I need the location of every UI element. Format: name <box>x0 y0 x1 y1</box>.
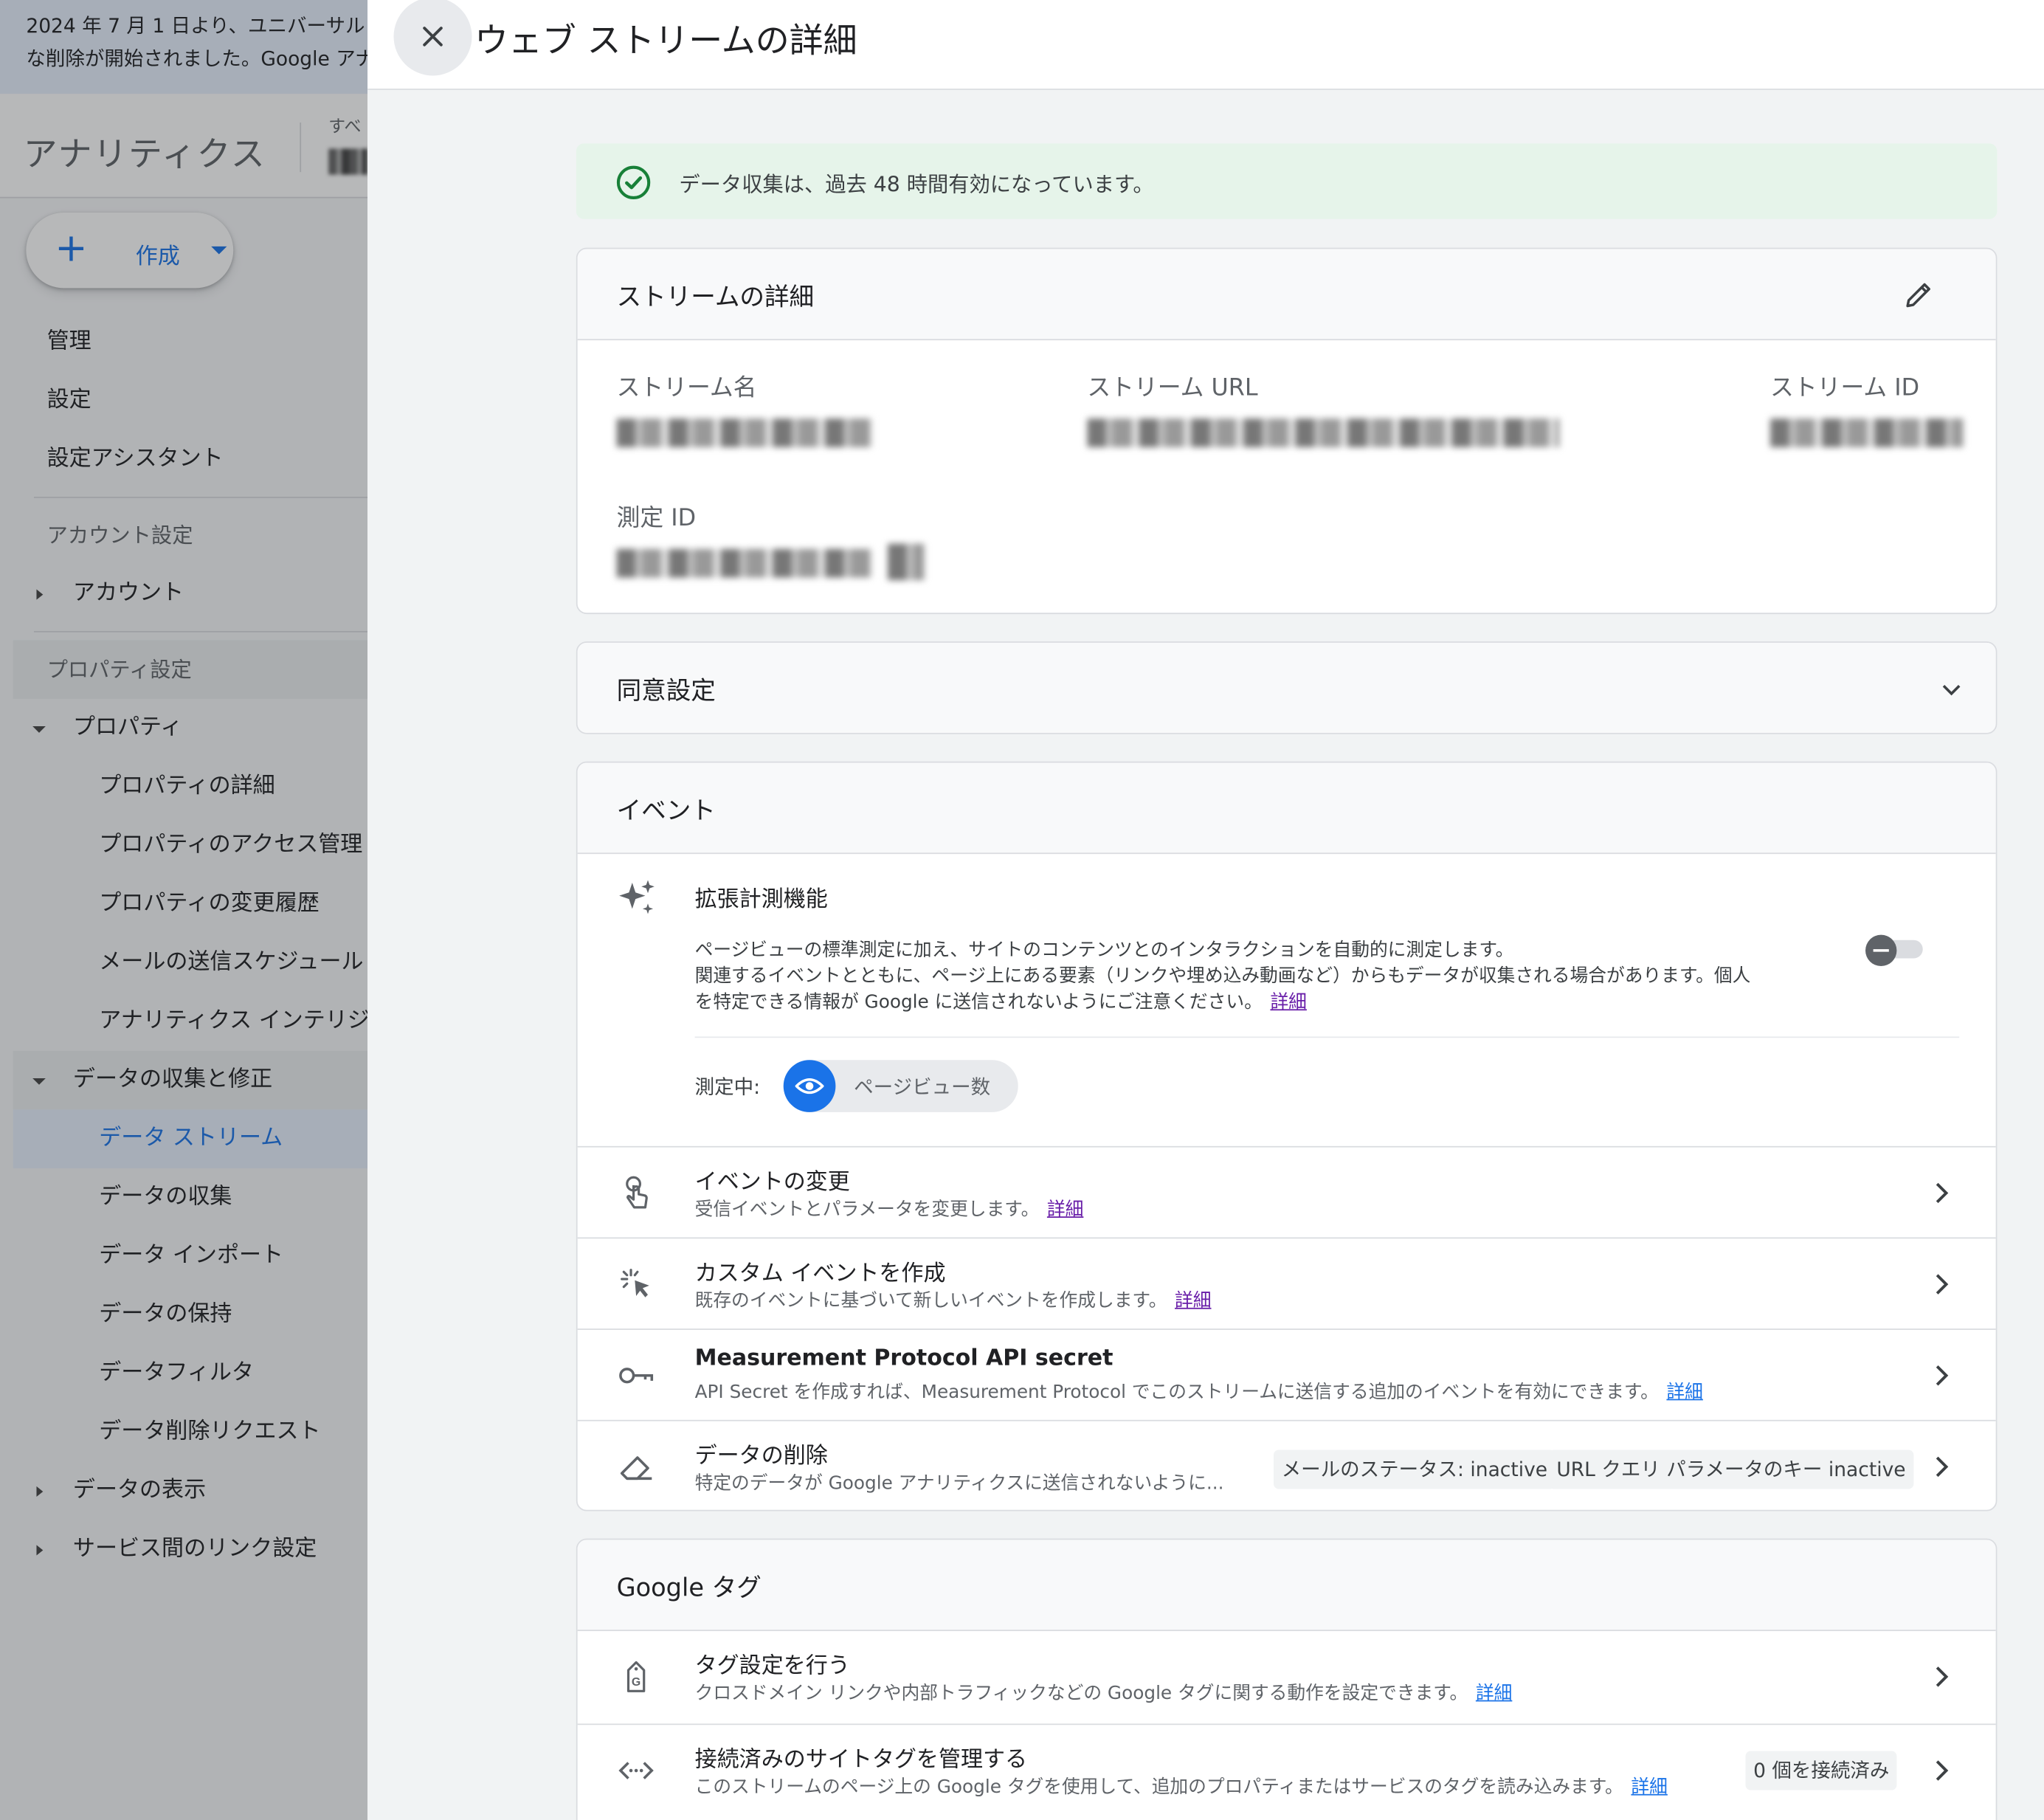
custom-event-learn-more-link[interactable]: 詳細 <box>1175 1291 1211 1311</box>
modify-events-description: 受信イベントとパラメータを変更します。 詳細 <box>695 1196 1084 1221</box>
connected-tags-learn-more-link[interactable]: 詳細 <box>1631 1777 1667 1798</box>
url-query-status-chip: URL クエリ パラメータのキー inactive <box>1548 1450 1914 1489</box>
google-tag-card: Google タグ G タグ設定を行う クロスドメイン リンクや内部トラフィック… <box>576 1538 1998 1820</box>
connected-count-chip: 0 個を接続済み <box>1745 1751 1897 1790</box>
modify-events-title: イベントの変更 <box>694 1169 850 1196</box>
modify-events-learn-more-link[interactable]: 詳細 <box>1047 1199 1083 1220</box>
cursor-click-icon <box>621 1269 649 1297</box>
key-icon <box>619 1368 654 1384</box>
events-title: イベント <box>616 796 716 826</box>
configure-tag-row[interactable]: G タグ設定を行う クロスドメイン リンクや内部トラフィックなどの Google… <box>578 1631 1996 1723</box>
google-tag-icon: G <box>626 1661 646 1692</box>
copy-icon[interactable] <box>888 543 925 581</box>
measurement-protocol-title: Measurement Protocol API secret <box>694 1345 1114 1372</box>
modal-scrim[interactable] <box>0 0 368 1820</box>
code-icon <box>618 1762 654 1779</box>
modify-events-desc-text: 受信イベントとパラメータを変更します。 <box>694 1199 1040 1221</box>
panel-header: ウェブ ストリームの詳細 <box>367 0 2044 90</box>
check-circle-icon <box>616 165 651 199</box>
events-header: イベント <box>577 762 1996 855</box>
connected-site-tags-title: 接続済みのサイトタグを管理する <box>694 1747 1028 1774</box>
eye-icon <box>783 1060 836 1112</box>
close-button[interactable] <box>393 0 472 76</box>
banner-text: データ収集は、過去 48 時間有効になっています。 <box>679 172 1154 197</box>
configure-tag-description: クロスドメイン リンクや内部トラフィックなどの Google タグに関する動作を… <box>695 1679 1513 1705</box>
stream-url-value-redacted <box>1087 418 1559 447</box>
pageviews-chip-label: ページビュー数 <box>854 1075 991 1100</box>
google-tag-title: Google タグ <box>616 1573 762 1603</box>
edit-pencil-icon[interactable] <box>1902 278 1936 311</box>
enhanced-desc-line-3-text: を特定できる情報が Google に送信されないようにご注意ください。 <box>694 992 1263 1013</box>
data-redaction-row[interactable]: データの削除 特定のデータが Google アナリティクスに送信されないように.… <box>577 1419 1996 1510</box>
pageviews-chip[interactable]: ページビュー数 <box>783 1060 1018 1112</box>
create-custom-event-title: カスタム イベントを作成 <box>694 1261 946 1287</box>
configure-tag-title: タグ設定を行う <box>694 1653 850 1680</box>
stream-details-card: ストリームの詳細 ストリーム名 ストリーム URL ストリーム ID 測定 ID <box>576 247 1998 615</box>
chevron-right-icon <box>1936 1182 1949 1204</box>
enhanced-measurement-title: 拡張計測機能 <box>694 886 828 913</box>
configure-tag-learn-more-link[interactable]: 詳細 <box>1476 1683 1512 1704</box>
measurement-protocol-row[interactable]: Measurement Protocol API secret API Secr… <box>577 1328 1996 1420</box>
data-redaction-title: データの削除 <box>694 1443 828 1469</box>
create-custom-event-row[interactable]: カスタム イベントを作成 既存のイベントに基づいて新しいイベントを作成します。詳… <box>577 1237 1996 1329</box>
stream-details-header: ストリームの詳細 <box>577 249 1996 341</box>
svg-text:G: G <box>632 1676 641 1689</box>
enhanced-desc-line-2: 関連するイベントとともに、ページ上にある要素（リンクや埋め込み動画など）からもデ… <box>694 966 1751 987</box>
data-redaction-description: 特定のデータが Google アナリティクスに送信されないように... <box>694 1473 1224 1495</box>
create-custom-event-description: 既存のイベントに基づいて新しいイベントを作成します。 詳細 <box>695 1287 1212 1313</box>
chevron-right-icon <box>1936 1456 1949 1478</box>
toggle-knob <box>1865 934 1897 967</box>
chevron-right-icon <box>1936 1760 1949 1781</box>
stream-id-label: ストリーム ID <box>1770 374 1920 402</box>
email-status-chip: メールのステータス: inactive <box>1273 1450 1556 1489</box>
measurement-id-label: 測定 ID <box>616 504 697 532</box>
modify-events-row[interactable]: イベントの変更 受信イベントとパラメータを変更します。 詳細 <box>577 1145 1996 1238</box>
google-tag-header: Google タグ <box>577 1540 1996 1632</box>
events-card: イベント 拡張計測機能 ページビューの標準測定に加え、サイトのコンテンツとのイン… <box>576 761 1998 1512</box>
connected-site-tags-description: このストリームのページ上の Google タグを使用して、追加のプロパティまたは… <box>695 1774 1668 1799</box>
enhanced-desc-line-1: ページビューの標準測定に加え、サイトのコンテンツとのインタラクションを自動的に測… <box>694 940 1514 961</box>
consent-settings-header[interactable]: 同意設定 <box>577 642 1996 733</box>
mp-learn-more-link[interactable]: 詳細 <box>1666 1382 1702 1403</box>
chevron-right-icon <box>1936 1666 1949 1687</box>
sparkle-icon <box>619 880 655 914</box>
panel-title: ウェブ ストリームの詳細 <box>474 22 857 62</box>
enhanced-learn-more-link[interactable]: 詳細 <box>1270 992 1306 1013</box>
touch-hand-icon <box>626 1176 648 1209</box>
web-stream-details-panel: ウェブ ストリームの詳細 データ収集は、過去 48 時間有効になっています。 ス… <box>367 0 2044 1820</box>
enhanced-measurement-description: ページビューの標準測定に加え、サイトのコンテンツとのインタラクションを自動的に測… <box>695 937 1751 1016</box>
enhanced-divider <box>694 1036 1960 1038</box>
measurement-id-value-redacted <box>616 548 872 578</box>
data-collection-status-banner: データ収集は、過去 48 時間有効になっています。 <box>576 143 1998 219</box>
enhanced-desc-line-3: を特定できる情報が Google に送信されないようにご注意ください。 詳細 <box>695 990 1751 1016</box>
measurement-protocol-description: API Secret を作成すれば、Measurement Protocol で… <box>695 1378 1703 1404</box>
consent-settings-title: 同意設定 <box>616 676 716 706</box>
enhanced-measurement-toggle[interactable] <box>1865 934 1925 967</box>
close-icon <box>423 27 443 46</box>
background-page: 2024 年 7 月 1 日より、ユニバーサル アナリティクス な削除が開始され… <box>0 0 368 1820</box>
configure-tag-desc-text: クロスドメイン リンクや内部トラフィックなどの Google タグに関する動作を… <box>694 1683 1468 1704</box>
stream-name-label: ストリーム名 <box>616 374 757 402</box>
custom-event-desc-text: 既存のイベントに基づいて新しいイベントを作成します。 <box>694 1290 1167 1312</box>
chevron-right-icon <box>1936 1365 1949 1386</box>
stream-url-label: ストリーム URL <box>1087 374 1258 402</box>
connected-site-tags-row[interactable]: 接続済みのサイトタグを管理する このストリームのページ上の Google タグを… <box>577 1723 1996 1815</box>
stream-name-value-redacted <box>616 418 872 447</box>
consent-settings-card[interactable]: 同意設定 <box>576 641 1998 734</box>
stream-details-title: ストリームの詳細 <box>616 283 815 312</box>
eraser-icon <box>620 1456 652 1481</box>
enhanced-measurement-section: 拡張計測機能 ページビューの標準測定に加え、サイトのコンテンツとのインタラクショ… <box>578 854 1996 1146</box>
measuring-label: 測定中: <box>694 1075 761 1100</box>
connected-tags-desc-text: このストリームのページ上の Google タグを使用して、追加のプロパティまたは… <box>694 1776 1623 1799</box>
chevron-down-icon[interactable] <box>1941 682 1961 697</box>
mp-desc-text: API Secret を作成すれば、Measurement Protocol で… <box>694 1382 1659 1403</box>
chevron-right-icon <box>1936 1274 1949 1295</box>
stream-id-value-redacted <box>1770 418 1964 447</box>
